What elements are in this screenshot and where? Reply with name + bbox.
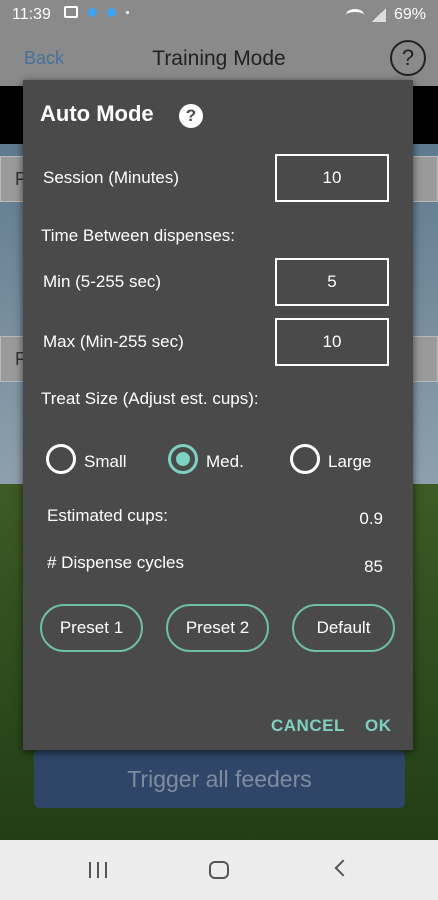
radio-circle[interactable] bbox=[46, 444, 76, 474]
radio-large[interactable]: Large bbox=[290, 444, 371, 474]
auto-mode-dialog: Auto Mode ? Session (Minutes) 10 Time Be… bbox=[23, 80, 413, 750]
radio-label-large: Large bbox=[328, 452, 372, 471]
battery-level: 69% bbox=[393, 6, 426, 23]
radio-circle[interactable] bbox=[290, 444, 320, 474]
session-input[interactable]: 10 bbox=[275, 154, 389, 202]
ok-button[interactable]: OK bbox=[365, 716, 392, 736]
default-button[interactable]: Default bbox=[292, 604, 395, 652]
radio-circle[interactable] bbox=[168, 444, 198, 474]
more-notifications-icon bbox=[126, 10, 129, 14]
home-icon[interactable] bbox=[209, 861, 229, 879]
session-label: Session (Minutes) bbox=[43, 168, 180, 187]
notification-dot-icon bbox=[88, 7, 97, 17]
estimated-cups-label: Estimated cups: bbox=[47, 506, 168, 525]
max-input[interactable]: 10 bbox=[275, 318, 389, 366]
radio-small[interactable]: Small bbox=[46, 444, 127, 474]
estimated-cups-value: 0.9 bbox=[359, 509, 383, 528]
signal-icon bbox=[371, 8, 386, 22]
notification-icons bbox=[64, 6, 129, 18]
trigger-all-feeders-button[interactable]: Trigger all feeders bbox=[34, 750, 405, 808]
recent-apps-icon[interactable] bbox=[89, 862, 107, 878]
status-time: 11:39 bbox=[12, 6, 51, 23]
cancel-button[interactable]: CANCEL bbox=[271, 716, 345, 736]
radio-medium[interactable]: Med. bbox=[168, 444, 244, 474]
status-bar: 11:39 69% bbox=[0, 0, 438, 30]
status-right: 69% bbox=[345, 6, 426, 24]
notification-dot-icon bbox=[107, 7, 116, 17]
system-nav-bar bbox=[0, 840, 438, 900]
help-icon[interactable]: ? bbox=[179, 104, 203, 128]
preset-1-button[interactable]: Preset 1 bbox=[40, 604, 143, 652]
gallery-icon bbox=[64, 6, 78, 18]
dispense-cycles-value: 85 bbox=[364, 557, 383, 576]
dialog-title: Auto Mode bbox=[40, 101, 154, 126]
page-title: Training Mode bbox=[152, 47, 286, 70]
min-label: Min (5-255 sec) bbox=[43, 272, 162, 291]
min-input[interactable]: 5 bbox=[275, 258, 389, 306]
back-icon[interactable] bbox=[334, 859, 352, 877]
max-label: Max (Min-255 sec) bbox=[43, 332, 184, 351]
treat-size-label: Treat Size (Adjust est. cups): bbox=[41, 389, 259, 408]
dispense-cycles-label: # Dispense cycles bbox=[47, 553, 185, 572]
time-between-label: Time Between dispenses: bbox=[41, 226, 236, 245]
preset-2-button[interactable]: Preset 2 bbox=[166, 604, 269, 652]
radio-label-medium: Med. bbox=[206, 452, 244, 471]
wifi-icon bbox=[345, 9, 364, 21]
help-button[interactable]: ? bbox=[390, 40, 426, 76]
radio-label-small: Small bbox=[84, 452, 127, 471]
app-header: Back Training Mode ? bbox=[0, 30, 438, 86]
